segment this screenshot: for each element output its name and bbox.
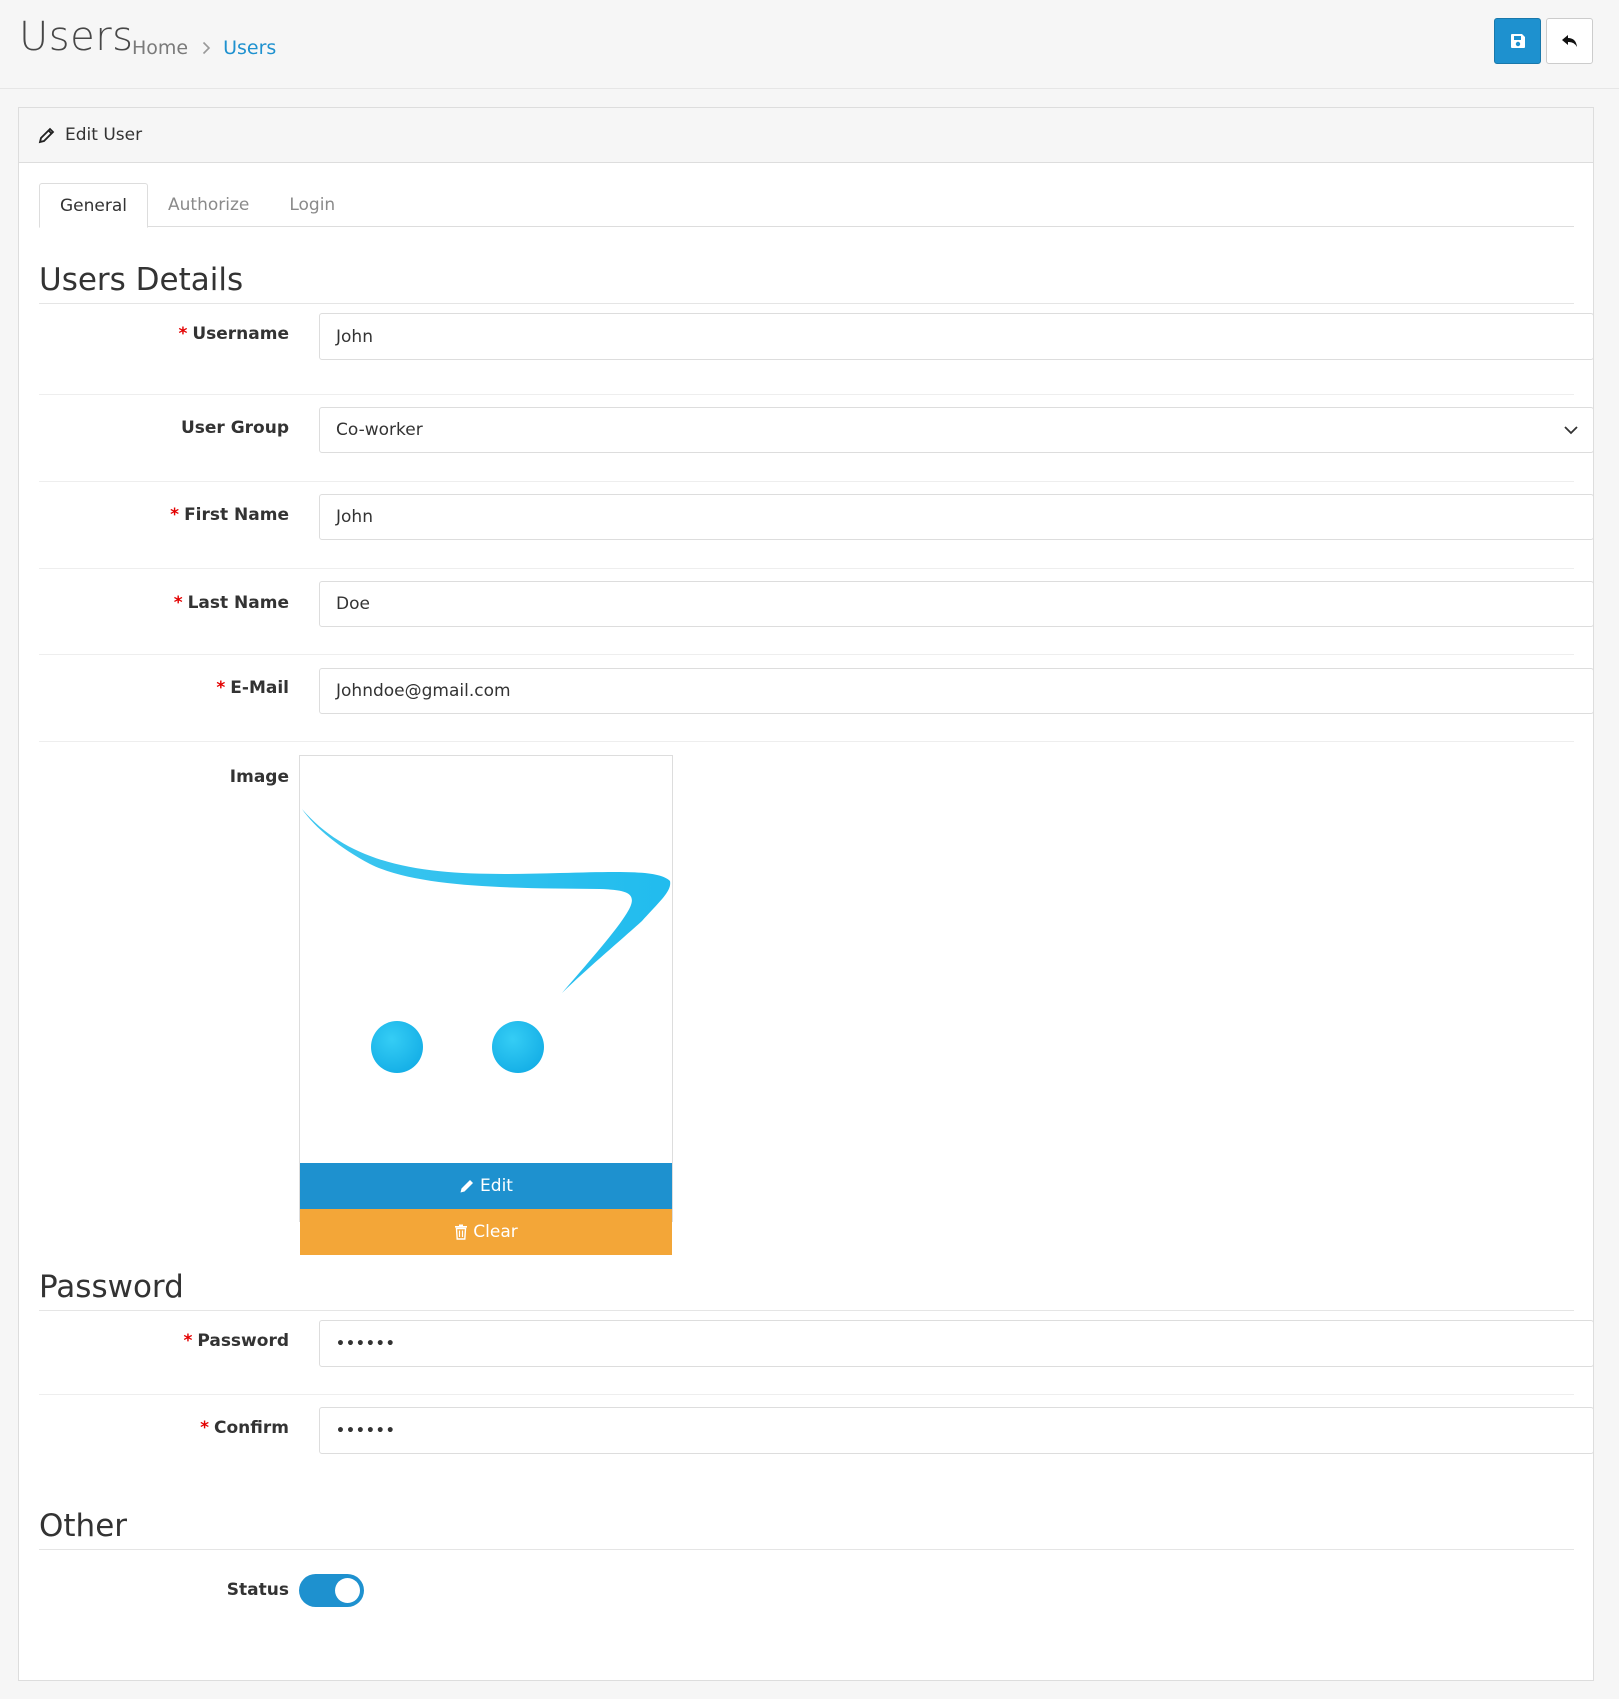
user-group-select[interactable]: Co-worker [319, 407, 1594, 453]
username-label: * Username [178, 324, 289, 344]
breadcrumb: Home Users [132, 37, 276, 59]
breadcrumb-users-link[interactable]: Users [223, 37, 276, 59]
form-row-user-group: User Group Co-worker [39, 395, 1594, 482]
password-label: * Password [183, 1331, 289, 1351]
username-input[interactable]: John [319, 313, 1594, 360]
required-mark: * [178, 324, 188, 344]
tab-login[interactable]: Login [269, 183, 355, 227]
form-row-username: * Username John [39, 301, 1594, 395]
first-name-input[interactable]: John [319, 494, 1594, 540]
form-row-first-name: * First Name John [39, 482, 1594, 569]
chevron-down-icon [1564, 426, 1578, 435]
tab-general[interactable]: General [39, 183, 148, 228]
first-name-label: * First Name [170, 505, 289, 525]
trash-icon [455, 1224, 468, 1240]
required-mark: * [170, 505, 180, 525]
confirm-label: * Confirm [200, 1418, 289, 1438]
card-header: Edit User [19, 108, 1593, 163]
page-header: Users Home Users [0, 0, 1619, 89]
back-button[interactable] [1546, 18, 1593, 64]
required-mark: * [216, 678, 226, 698]
last-name-label: * Last Name [173, 593, 289, 613]
cart-logo-image [302, 809, 671, 1073]
image-uploader: Edit Clear [299, 755, 673, 1255]
user-group-label: User Group [180, 418, 289, 438]
tab-bar: General Authorize Login [39, 183, 1574, 228]
pencil-icon [460, 1180, 474, 1193]
image-clear-button[interactable]: Clear [300, 1209, 672, 1255]
form-row-confirm: * Confirm •••••• [39, 1395, 1594, 1482]
section-users-details: Users Details [39, 261, 1574, 304]
password-input[interactable]: •••••• [319, 1320, 1594, 1367]
form-row-last-name: * Last Name Doe [39, 569, 1594, 655]
required-mark: * [200, 1418, 210, 1438]
card-title: Edit User [65, 125, 143, 145]
required-mark: * [183, 1331, 193, 1351]
toggle-knob [335, 1578, 360, 1603]
status-label: Status [226, 1580, 289, 1600]
last-name-input[interactable]: Doe [319, 581, 1594, 627]
form-row-password: * Password •••••• [39, 1308, 1594, 1395]
pencil-icon [38, 127, 55, 143]
tab-authorize[interactable]: Authorize [148, 183, 269, 227]
email-input[interactable]: Johndoe@gmail.com [319, 668, 1594, 714]
section-password: Password [39, 1268, 1574, 1311]
page-title: Users [19, 14, 134, 60]
save-button[interactable] [1494, 18, 1541, 64]
user-group-selected-value: Co-worker [336, 420, 423, 440]
image-label: Image [229, 767, 289, 787]
image-edit-button[interactable]: Edit [300, 1163, 672, 1209]
confirm-input[interactable]: •••••• [319, 1407, 1594, 1454]
form-row-email: * E-Mail Johndoe@gmail.com [39, 655, 1594, 742]
required-mark: * [173, 593, 183, 613]
status-toggle[interactable] [299, 1574, 364, 1607]
email-label: * E-Mail [216, 678, 289, 698]
breadcrumb-home-link[interactable]: Home [132, 37, 188, 59]
reply-arrow-icon [1561, 35, 1577, 47]
edit-user-card: Edit User General Authorize Login Users … [18, 107, 1594, 1681]
floppy-disk-icon [1510, 34, 1525, 48]
chevron-right-icon [202, 41, 211, 55]
section-other: Other [39, 1507, 1574, 1550]
